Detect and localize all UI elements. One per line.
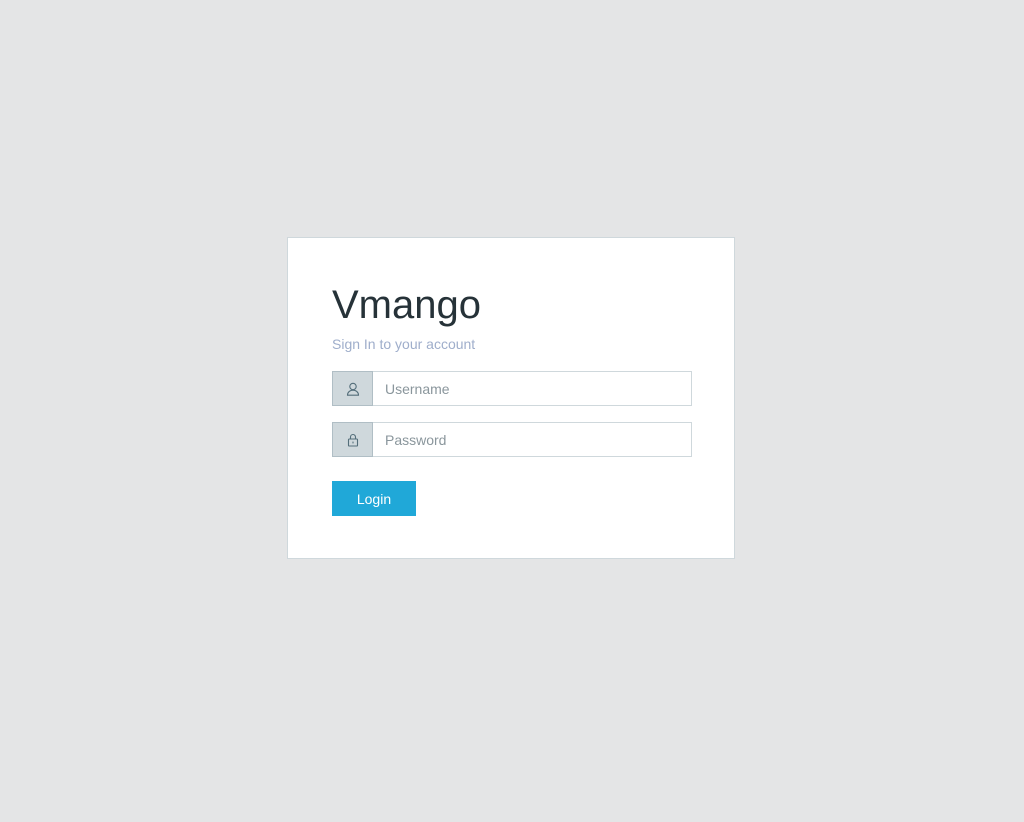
password-input[interactable] [373,422,692,457]
lock-icon [332,422,373,457]
user-icon [332,371,373,406]
username-input[interactable] [373,371,692,406]
login-card: Vmango Sign In to your account Login [287,237,735,559]
login-button[interactable]: Login [332,481,416,516]
login-subtitle: Sign In to your account [332,336,476,352]
app-title: Vmango [332,283,481,327]
password-group [332,422,692,457]
username-group [332,371,692,406]
